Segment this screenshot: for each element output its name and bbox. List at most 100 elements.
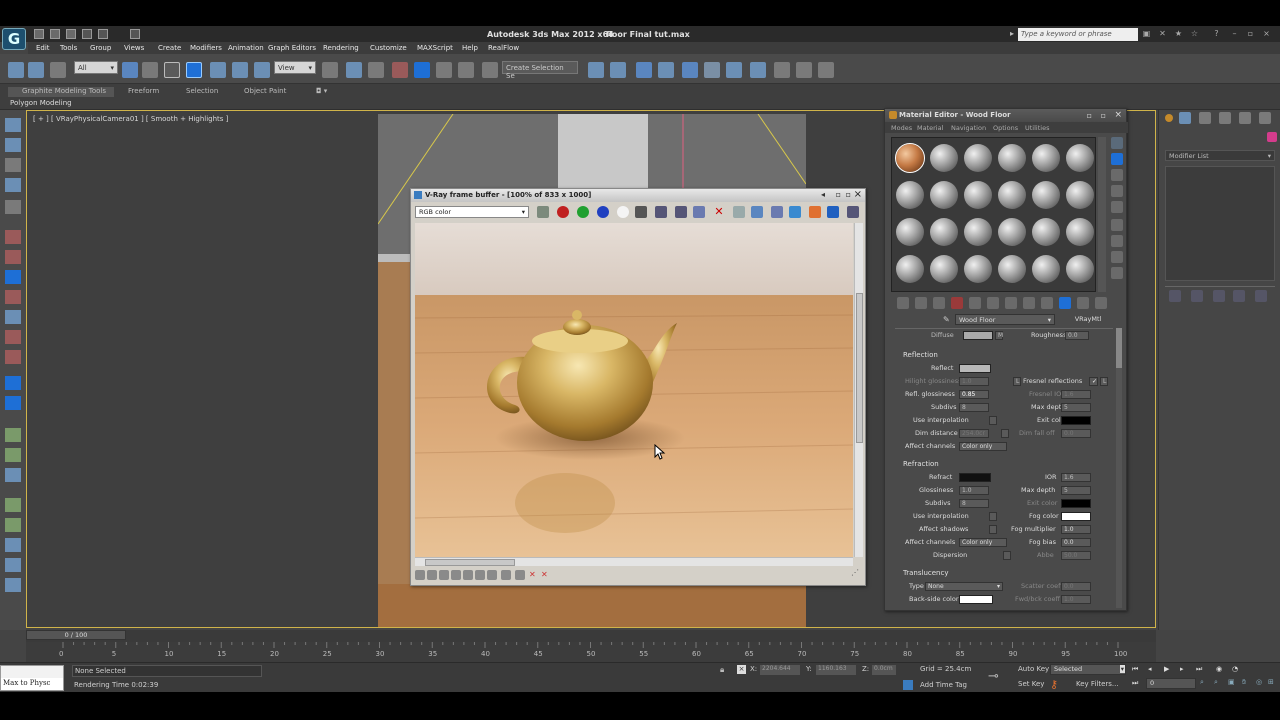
sample-slot-sphere[interactable] (998, 218, 1026, 246)
menu-rendering[interactable]: Rendering (323, 44, 359, 52)
sample-slot-sphere[interactable] (964, 218, 992, 246)
dim-distance-checkbox[interactable] (1001, 429, 1009, 438)
menu-group[interactable]: Group (90, 44, 111, 52)
load-image-icon[interactable] (675, 206, 687, 218)
fresnel-ior-field[interactable]: 1.6 (1061, 390, 1091, 399)
configure-sets-icon[interactable] (1255, 290, 1267, 302)
red-flag-icon[interactable]: ✕ (529, 570, 539, 580)
menu-help[interactable]: Help (462, 44, 478, 52)
dispersion-checkbox[interactable] (1003, 551, 1011, 560)
exposure-icon[interactable] (451, 570, 461, 580)
key-filters-button[interactable]: Key Filters... (1076, 680, 1119, 688)
current-frame-field[interactable]: 0 (1146, 678, 1196, 689)
favorites-icon[interactable]: ☆ (1190, 29, 1199, 38)
vfb-history-icon[interactable] (809, 206, 821, 218)
hierarchy-tab-icon[interactable] (1219, 112, 1231, 124)
tool-icon[interactable] (5, 350, 21, 364)
maximize-viewport-icon[interactable]: ⊞ (1268, 678, 1274, 686)
scale-icon[interactable] (254, 62, 270, 78)
color-correction-icon[interactable] (415, 570, 425, 580)
sample-slot-sphere[interactable] (1066, 218, 1094, 246)
assign-material-icon[interactable] (933, 297, 945, 309)
make-unique-icon[interactable] (1213, 290, 1225, 302)
tab-selection[interactable]: Selection (186, 87, 218, 95)
viewport-label[interactable]: [ + ] [ VRayPhysicalCamera01 ] [ Smooth … (33, 115, 228, 123)
refl-glossiness-field[interactable]: 0.85 (959, 390, 989, 399)
selection-filter-dropdown[interactable]: All ▾ (74, 61, 118, 74)
polygon-modeling-label[interactable]: Polygon Modeling (10, 99, 72, 107)
tab-freeform[interactable]: Freeform (128, 87, 159, 95)
ribbon-options-icon[interactable]: ◘ ▾ (316, 87, 327, 95)
menu-tools[interactable]: Tools (60, 44, 77, 52)
fresnel-checkbox[interactable]: ✓ (1089, 377, 1098, 386)
zoom-all-icon[interactable]: ⌕ (1214, 678, 1218, 687)
binoculars-icon[interactable]: ▣ (1142, 29, 1151, 38)
material-editor-icon[interactable] (726, 62, 742, 78)
sample-slot-sphere[interactable] (1066, 144, 1094, 172)
sample-slot-sphere[interactable] (964, 181, 992, 209)
menu-views[interactable]: Views (124, 44, 144, 52)
roughness-field[interactable]: 0.0 (1065, 331, 1089, 340)
sample-slots[interactable] (891, 137, 1096, 292)
vfb-close-icon[interactable]: × (854, 189, 862, 200)
key-mode-toggle-icon[interactable]: ⏭ (1132, 679, 1138, 689)
tab-object-paint[interactable]: Object Paint (244, 87, 286, 95)
translucency-type-dropdown[interactable]: None ▾ (925, 582, 1003, 591)
schematic-view-icon[interactable] (704, 62, 720, 78)
menu-create[interactable]: Create (158, 44, 181, 52)
vfb-title-bar[interactable]: V-Ray frame buffer - [100% of 833 x 1000… (411, 189, 865, 202)
menu-modes[interactable]: Modes (891, 124, 912, 132)
tool-icon[interactable] (5, 498, 21, 512)
link-icon[interactable] (28, 62, 44, 78)
parameters-scrollbar[interactable] (1116, 328, 1122, 608)
parameters-scroll-thumb[interactable] (1116, 328, 1122, 368)
refr-max-depth-field[interactable]: 5 (1061, 486, 1091, 495)
tool-icon[interactable] (5, 158, 21, 172)
hilight-lock-button[interactable]: L (1013, 377, 1021, 386)
redo-icon[interactable] (98, 29, 108, 39)
tool-icon[interactable] (5, 138, 21, 152)
pivot-icon[interactable] (322, 62, 338, 78)
lut-icon[interactable] (475, 570, 485, 580)
close-icon[interactable]: × (1262, 29, 1271, 38)
maximize-icon[interactable]: ▫ (1101, 111, 1106, 120)
align-icon[interactable] (610, 62, 626, 78)
material-type-button[interactable]: VRayMtl (1059, 314, 1117, 325)
hilight-glossiness-field[interactable]: 1.0 (959, 377, 989, 386)
show-end-result-icon[interactable] (1059, 297, 1071, 309)
diffuse-map-button[interactable]: M (995, 331, 1003, 340)
green-channel-icon[interactable] (577, 206, 589, 218)
refl-subdivs-field[interactable]: 8 (959, 403, 989, 412)
alpha-channel-icon[interactable] (617, 206, 629, 218)
vfb-horizontal-scrollbar[interactable] (415, 557, 853, 566)
tool-icon[interactable] (5, 376, 21, 390)
fog-multiplier-field[interactable]: 1.0 (1061, 525, 1091, 534)
show-map-icon[interactable] (1041, 297, 1053, 309)
undo-tool-icon[interactable] (8, 62, 24, 78)
refr-exit-color-swatch[interactable] (1061, 499, 1091, 508)
sample-slot-sphere[interactable] (1066, 255, 1094, 283)
object-color-swatch[interactable] (1267, 132, 1277, 142)
help-icon[interactable]: ? (1212, 29, 1221, 38)
refr-use-interpolation-checkbox[interactable] (989, 512, 997, 521)
fwd-bck-coeff-field[interactable]: 1.0 (1061, 595, 1091, 604)
vfb-vertical-scrollbar[interactable] (854, 223, 863, 557)
sample-slot-sphere[interactable] (930, 144, 958, 172)
diffuse-color-swatch[interactable] (963, 331, 993, 340)
y-coordinate-field[interactable]: 1160.163 (816, 665, 856, 675)
previous-frame-icon[interactable]: ◂ (1148, 665, 1152, 673)
sample-uv-tiling-icon[interactable] (1111, 185, 1123, 197)
key-set-dropdown[interactable]: Selected ▾ (1050, 664, 1126, 675)
layer-manager-icon[interactable] (636, 62, 652, 78)
region-render-icon[interactable] (751, 206, 763, 218)
track-mouse-icon[interactable] (733, 206, 745, 218)
project-folder-icon[interactable] (130, 29, 140, 39)
rect-selection-icon[interactable] (164, 62, 180, 78)
vfb-minimize-icon[interactable]: ▫ (836, 190, 841, 199)
remove-modifier-icon[interactable] (1233, 290, 1245, 302)
refr-glossiness-field[interactable]: 1.0 (959, 486, 989, 495)
red-channel-icon[interactable] (557, 206, 569, 218)
render-production-icon[interactable] (796, 62, 812, 78)
pin-stack-icon[interactable] (1169, 290, 1181, 302)
tool-icon[interactable] (5, 270, 21, 284)
